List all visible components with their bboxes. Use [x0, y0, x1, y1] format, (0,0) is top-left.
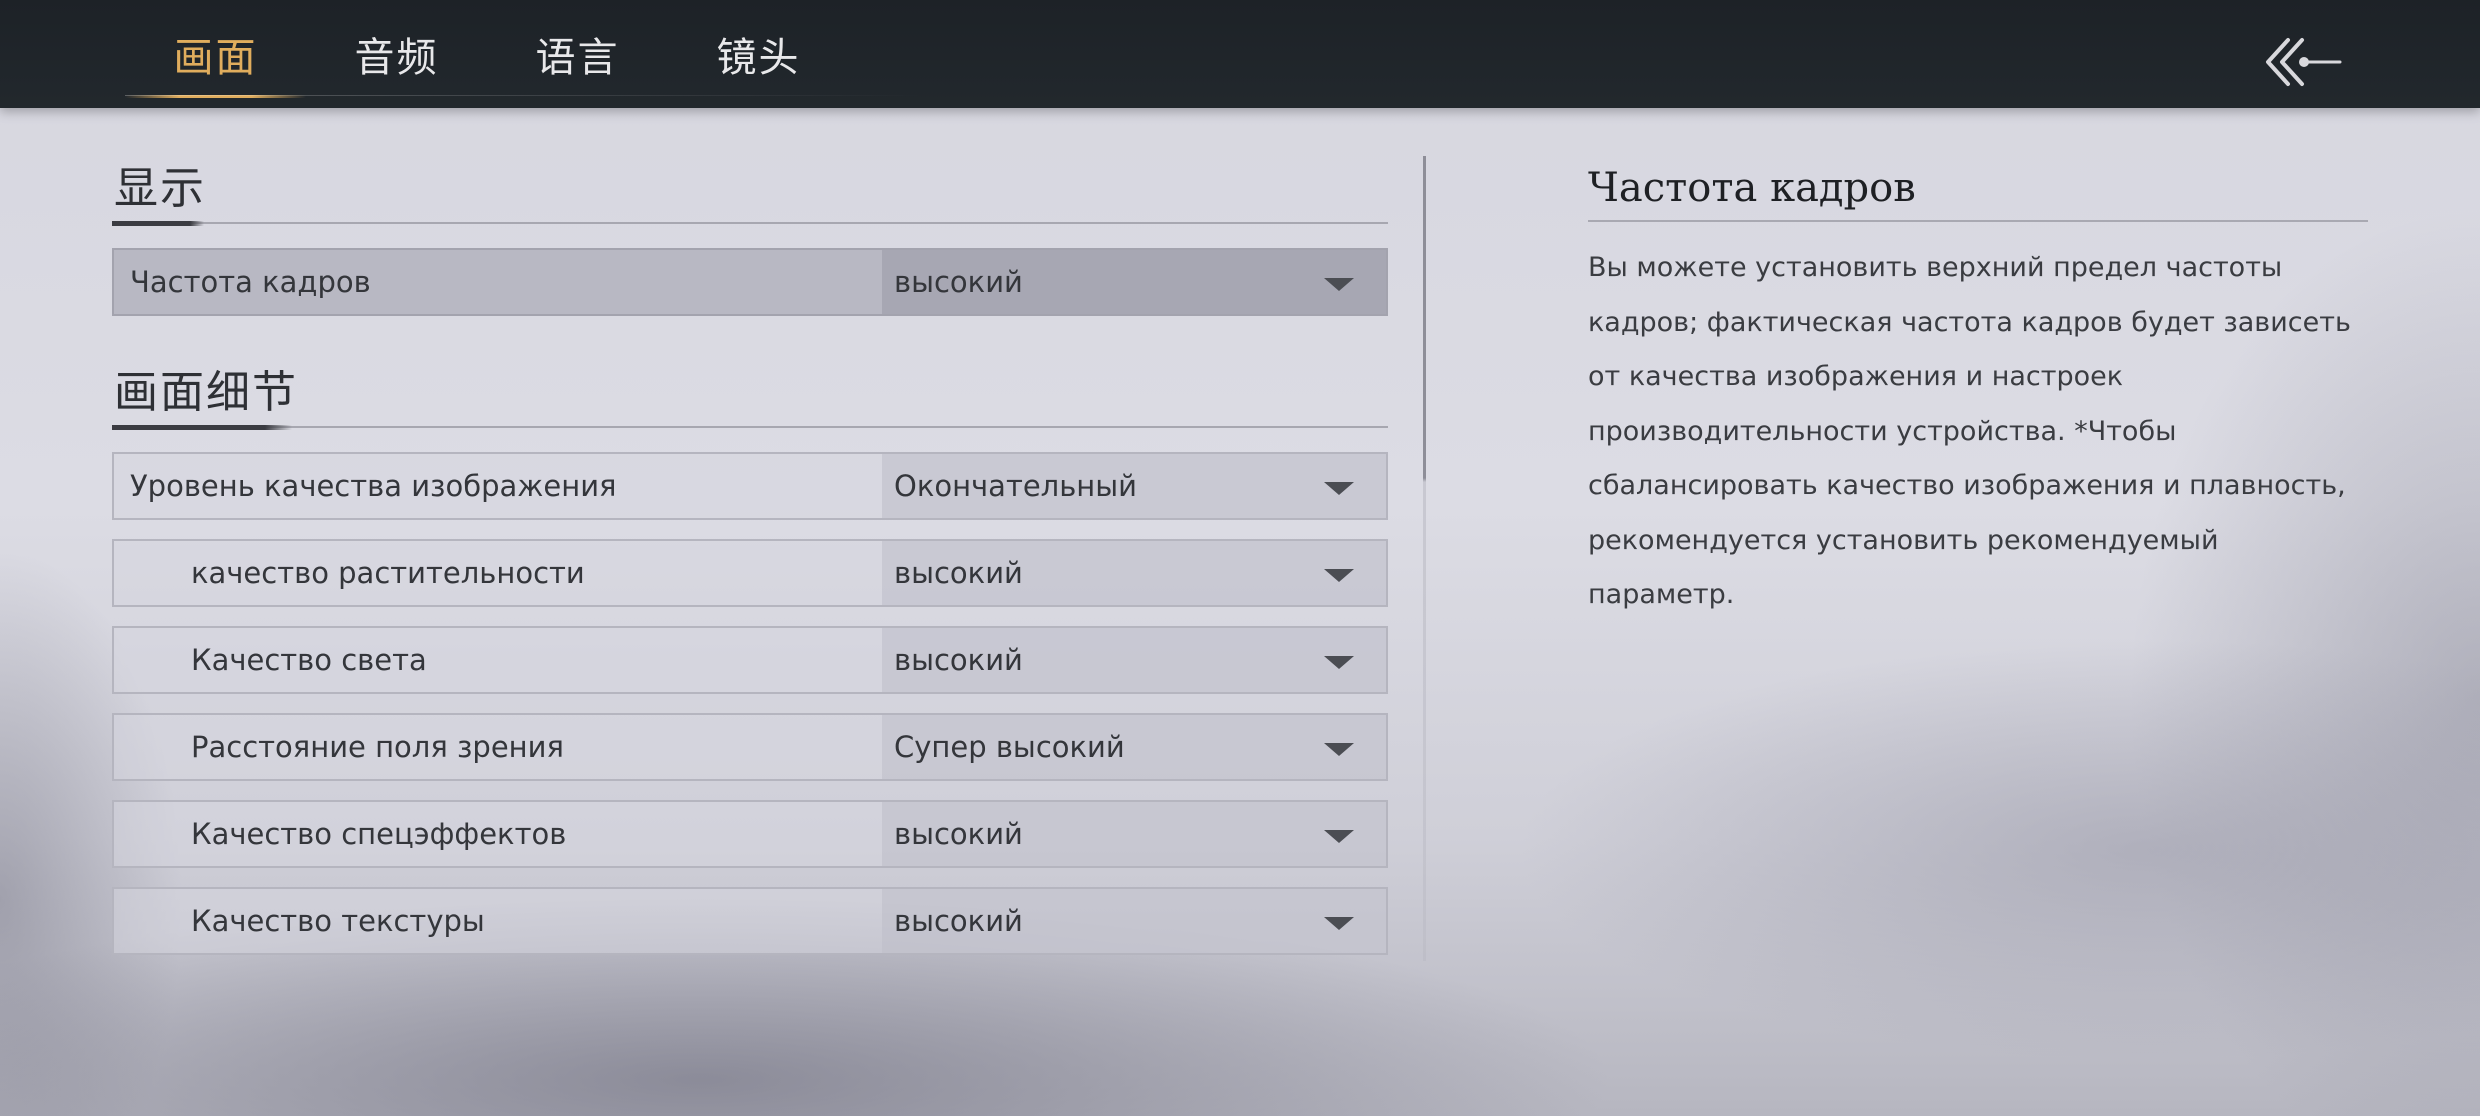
chevron-down-icon	[1324, 743, 1354, 756]
setting-dropdown[interactable]: высокий	[882, 628, 1386, 692]
chevron-down-icon	[1324, 278, 1354, 291]
chevron-down-icon	[1324, 656, 1354, 669]
setting-dropdown[interactable]: Супер высокий	[882, 715, 1386, 779]
setting-dropdown[interactable]: высокий	[882, 541, 1386, 605]
section-title-text: 画面细节	[114, 367, 298, 418]
setting-dropdown[interactable]: высокий	[882, 889, 1386, 953]
scrollbar[interactable]	[1423, 156, 1426, 961]
tab-language[interactable]: 语言	[487, 0, 668, 108]
dropdown-value: высокий	[894, 643, 1023, 677]
setting-dropdown[interactable]: Окончательный	[882, 454, 1386, 518]
description-text: Вы можете установить верхний предел част…	[1588, 252, 2351, 610]
setting-label: Частота кадров	[130, 265, 371, 299]
setting-label: Качество света	[191, 643, 427, 677]
tab-audio[interactable]: 音频	[306, 0, 487, 108]
setting-dropdown[interactable]: высокий	[882, 802, 1386, 866]
setting-row-vegetation-quality[interactable]: качество растительности высокий	[112, 539, 1388, 607]
tab-bar: 画面 音频 语言 镜头	[125, 0, 849, 108]
dropdown-value: Супер высокий	[894, 730, 1125, 764]
setting-row-texture-quality[interactable]: Качество текстуры высокий	[112, 887, 1388, 955]
setting-row-effects-quality[interactable]: Качество спецэффектов высокий	[112, 800, 1388, 868]
chevron-down-icon	[1324, 917, 1354, 930]
dropdown-value: высокий	[894, 556, 1023, 590]
tab-graphics[interactable]: 画面	[125, 0, 306, 108]
setting-row-view-distance[interactable]: Расстояние поля зрения Супер высокий	[112, 713, 1388, 781]
dropdown-value: высокий	[894, 904, 1023, 938]
tab-underline	[125, 95, 925, 96]
setting-dropdown[interactable]: высокий	[882, 250, 1386, 314]
chevron-down-icon	[1324, 482, 1354, 495]
setting-label: Качество текстуры	[191, 904, 485, 938]
dropdown-value: Окончательный	[894, 469, 1138, 503]
chevron-down-icon	[1324, 569, 1354, 582]
setting-label: Качество спецэффектов	[191, 817, 567, 851]
dropdown-value: высокий	[894, 265, 1023, 299]
setting-row-light-quality[interactable]: Качество света высокий	[112, 626, 1388, 694]
setting-label: Уровень качества изображения	[130, 469, 617, 503]
setting-label: качество растительности	[191, 556, 585, 590]
section-title-ink	[112, 425, 292, 430]
tab-camera[interactable]: 镜头	[668, 0, 849, 108]
setting-row-image-quality[interactable]: Уровень качества изображения Окончательн…	[112, 452, 1388, 520]
back-button[interactable]	[2262, 34, 2342, 90]
section-title-display: 显示	[112, 160, 1388, 226]
section-title-ink	[112, 221, 204, 226]
top-bar: 画面 音频 语言 镜头	[0, 0, 2480, 108]
section-title-text: 显示	[114, 163, 206, 214]
section-title-detail: 画面细节	[112, 364, 1388, 430]
chevron-down-icon	[1324, 830, 1354, 843]
setting-row-frame-rate[interactable]: Частота кадров высокий	[112, 248, 1388, 316]
description-title: Частота кадров	[1588, 160, 2368, 222]
dropdown-value: высокий	[894, 817, 1023, 851]
setting-label: Расстояние поля зрения	[191, 730, 564, 764]
double-chevron-left-icon	[2266, 38, 2342, 86]
